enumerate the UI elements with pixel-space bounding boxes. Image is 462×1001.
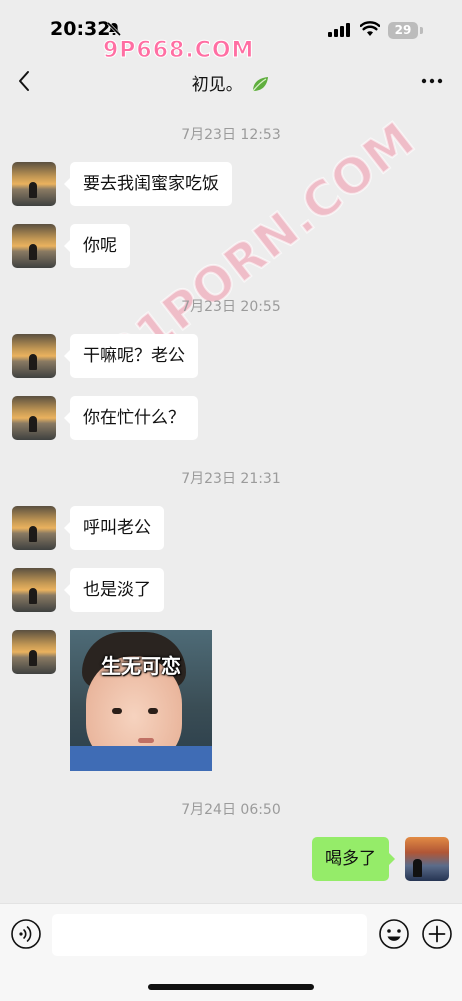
sticker-message[interactable]: 生无可恋 — [70, 630, 212, 771]
received-message-bubble[interactable]: 你在忙什么？ — [64, 396, 198, 440]
wifi-icon — [360, 21, 380, 36]
home-indicator — [148, 984, 314, 990]
contact-avatar[interactable] — [12, 396, 56, 440]
received-message-bubble[interactable]: 也是淡了 — [64, 568, 164, 612]
sent-message-bubble[interactable]: 喝多了 — [312, 837, 395, 881]
received-message-bubble[interactable]: 你呢 — [64, 224, 130, 268]
received-message-bubble[interactable]: 呼叫老公 — [64, 506, 164, 550]
plus-icon[interactable] — [421, 918, 453, 950]
cellular-signal-icon — [328, 23, 350, 37]
message-timestamp: 7月23日 20:55 — [181, 299, 281, 315]
message-input[interactable] — [52, 914, 367, 956]
chat-title: 初见。 — [0, 70, 462, 95]
voice-input-icon[interactable] — [10, 918, 42, 950]
leaf-icon — [252, 77, 269, 92]
contact-avatar[interactable] — [12, 568, 56, 612]
emoji-icon[interactable] — [378, 918, 410, 950]
message-timestamp: 7月23日 12:53 — [181, 127, 281, 143]
nav-bar: 初见。 — [0, 58, 462, 104]
contact-avatar[interactable] — [12, 506, 56, 550]
contact-avatar[interactable] — [12, 334, 56, 378]
status-time: 20:32 — [50, 18, 111, 40]
sticker-caption: 生无可恋 — [101, 654, 181, 678]
battery-tip — [420, 27, 423, 34]
battery-indicator: 29 — [388, 22, 418, 39]
message-timestamp: 7月23日 21:31 — [181, 471, 281, 487]
contact-avatar[interactable] — [12, 630, 56, 674]
received-message-bubble[interactable]: 干嘛呢？老公 — [64, 334, 198, 378]
contact-avatar[interactable] — [12, 224, 56, 268]
contact-avatar[interactable] — [12, 162, 56, 206]
bell-mute-icon — [106, 21, 122, 37]
message-timestamp: 7月24日 06:50 — [181, 802, 281, 818]
self-avatar[interactable] — [405, 837, 449, 881]
received-message-bubble[interactable]: 要去我闺蜜家吃饭 — [64, 162, 232, 206]
more-options-icon[interactable] — [421, 78, 443, 84]
chat-title-text: 初见。 — [191, 75, 243, 95]
